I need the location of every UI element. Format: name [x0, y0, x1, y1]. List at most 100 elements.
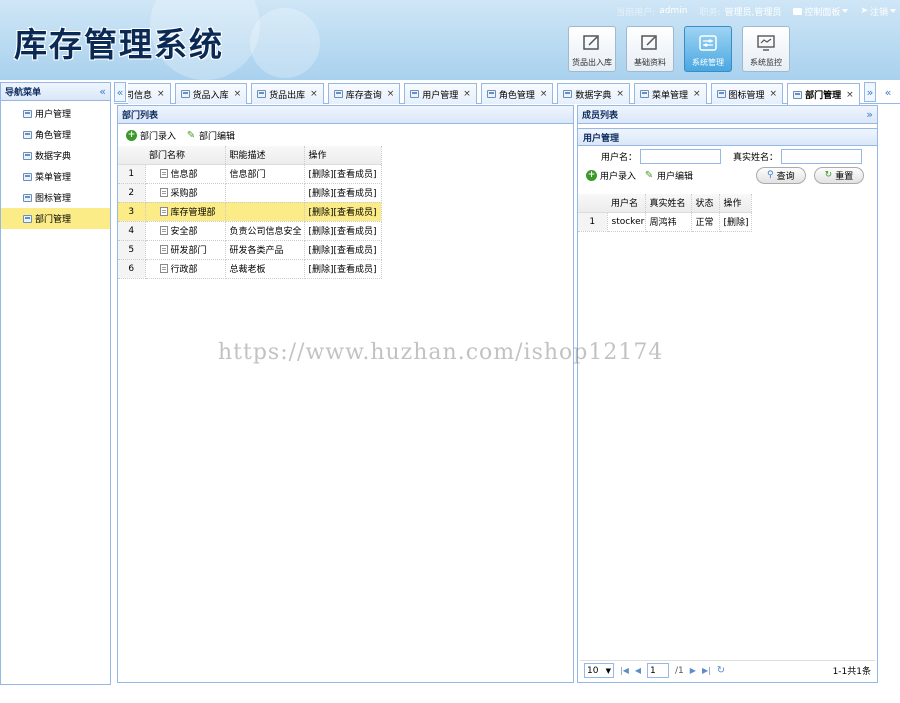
- sidebar-item-dictionary[interactable]: 数据字典: [1, 145, 110, 166]
- table-row[interactable]: 5 研发部门 研发各类产品 [删除][查看成员]: [118, 240, 382, 260]
- column-header[interactable]: 操作: [304, 146, 382, 165]
- module-basic-data[interactable]: 基础资料: [626, 26, 674, 72]
- row-actions[interactable]: [删除][查看成员]: [304, 183, 382, 203]
- sidebar-item-icons[interactable]: 图标管理: [1, 187, 110, 208]
- department-name: 采购部: [170, 189, 198, 199]
- collapse-right-icon[interactable]: «: [882, 82, 894, 102]
- close-icon[interactable]: ×: [463, 89, 471, 99]
- sidebar-item-departments[interactable]: 部门管理: [1, 208, 110, 229]
- tab-user-management[interactable]: 用户管理 ×: [404, 83, 477, 104]
- column-header[interactable]: 操作: [719, 194, 752, 213]
- tab-menu-management[interactable]: 菜单管理 ×: [633, 83, 707, 104]
- close-icon[interactable]: ×: [540, 89, 548, 99]
- department-panel-header: 部门列表: [118, 106, 573, 124]
- sidebar-item-users[interactable]: 用户管理: [1, 103, 110, 124]
- tab-department-management[interactable]: 部门管理 ×: [787, 83, 860, 105]
- collapse-left-icon[interactable]: «: [99, 85, 106, 98]
- column-header[interactable]: 部门名称: [145, 146, 226, 165]
- username-input[interactable]: [640, 148, 721, 164]
- department-desc: 负责公司信息安全: [225, 221, 305, 241]
- page-icon: [486, 90, 496, 98]
- column-header[interactable]: 真实姓名: [645, 194, 692, 213]
- module-stock-io[interactable]: 货品出入库: [568, 26, 616, 72]
- refresh-icon[interactable]: ↻: [717, 665, 725, 676]
- close-icon[interactable]: ×: [770, 89, 778, 99]
- close-icon[interactable]: ×: [234, 89, 242, 99]
- module-label: 基础资料: [634, 58, 666, 67]
- logout-label: 注销: [869, 7, 888, 18]
- column-header[interactable]: 用户名: [607, 194, 646, 213]
- close-icon[interactable]: ×: [846, 90, 854, 100]
- add-user-button[interactable]: + 用户录入: [586, 169, 636, 182]
- prev-page-icon[interactable]: ◀: [635, 666, 641, 675]
- sidebar-title: 导航菜单: [5, 88, 42, 98]
- department-desc: 总裁老板: [225, 259, 305, 279]
- document-icon: [159, 188, 168, 197]
- page-number-input[interactable]: 1: [647, 663, 670, 678]
- current-user-label: 当前用户:: [616, 7, 656, 18]
- row-number: 5: [118, 240, 146, 260]
- row-actions[interactable]: [删除][查看成员]: [304, 164, 382, 184]
- sidebar-item-roles[interactable]: 角色管理: [1, 124, 110, 145]
- row-actions[interactable]: [删除]: [719, 212, 752, 232]
- sidebar-item-menus[interactable]: 菜单管理: [1, 166, 110, 187]
- close-icon[interactable]: ×: [616, 89, 624, 99]
- tab-dictionary[interactable]: 数据字典 ×: [557, 83, 630, 104]
- table-row-selected[interactable]: 3 库存管理部 [删除][查看成员]: [118, 202, 382, 222]
- tab-scroll-right-icon[interactable]: »: [864, 82, 876, 102]
- close-icon[interactable]: ×: [157, 89, 165, 99]
- table-row[interactable]: 2 采购部 [删除][查看成员]: [118, 183, 382, 203]
- realname-input[interactable]: [781, 148, 862, 164]
- app-header: 库存管理系统 当前用户: admin 职务: 管理员,管理员 控制面板 ➤ 注销…: [0, 0, 900, 80]
- close-icon[interactable]: ×: [387, 89, 395, 99]
- column-header[interactable]: 状态: [691, 194, 720, 213]
- tab-stock-in[interactable]: 货品入库 ×: [174, 83, 248, 104]
- tab-label: 角色管理: [498, 90, 535, 101]
- tab-label: 货品出库: [269, 90, 306, 101]
- row-actions[interactable]: [删除][查看成员]: [304, 221, 382, 241]
- edit-user-button[interactable]: ✎ 用户编辑: [644, 169, 693, 182]
- tab-role-management[interactable]: 角色管理 ×: [480, 83, 554, 104]
- page-icon: [23, 214, 32, 223]
- department-name-cell: 行政部: [145, 259, 226, 279]
- close-icon[interactable]: ×: [310, 89, 318, 99]
- current-user: admin: [659, 6, 688, 16]
- edit-department-button[interactable]: ✎ 部门编辑: [186, 129, 235, 142]
- tab-label: 公司信息: [128, 90, 153, 101]
- control-panel-button[interactable]: 控制面板: [793, 5, 849, 18]
- tab-icon-management[interactable]: 图标管理 ×: [710, 83, 784, 104]
- department-panel: 部门列表 + 部门录入 ✎ 部门编辑 部门名称 职能描述 操作 1 信息部 信息部门…: [117, 105, 574, 683]
- row-actions[interactable]: [删除][查看成员]: [304, 240, 382, 260]
- member-panel-header: 成员列表 »: [578, 106, 877, 124]
- page-size-value: 10: [587, 665, 599, 676]
- row-actions[interactable]: [删除][查看成员]: [304, 259, 382, 279]
- sidebar: 导航菜单 « 用户管理 角色管理 数据字典 菜单管理 图标管理 部门管理: [0, 82, 111, 685]
- tab-scroll-left-icon[interactable]: «: [114, 82, 126, 102]
- module-system-monitor[interactable]: 系统监控: [742, 26, 790, 72]
- chevron-down-icon: [890, 9, 896, 13]
- column-header[interactable]: 职能描述: [225, 146, 305, 165]
- table-row[interactable]: 1 信息部 信息部门 [删除][查看成员]: [118, 164, 382, 184]
- collapse-right-icon[interactable]: »: [866, 108, 873, 121]
- row-actions[interactable]: [删除][查看成员]: [304, 202, 382, 222]
- add-department-button[interactable]: + 部门录入: [126, 129, 176, 142]
- table-row[interactable]: 1 stocker 周鸿祎 正常 [删除]: [578, 212, 752, 232]
- page-size-select[interactable]: 10 ▼: [584, 663, 614, 678]
- module-system-management[interactable]: 系统管理: [684, 26, 732, 72]
- page-icon: [716, 90, 726, 98]
- tab-stock-out[interactable]: 货品出库 ×: [251, 83, 324, 104]
- first-page-icon[interactable]: |◀: [620, 666, 629, 675]
- logout-button[interactable]: ➤ 注销: [860, 5, 896, 18]
- pencil-icon: ✎: [186, 129, 196, 141]
- table-row[interactable]: 6 行政部 总裁老板 [删除][查看成员]: [118, 259, 382, 279]
- table-row[interactable]: 4 安全部 负责公司信息安全 [删除][查看成员]: [118, 221, 382, 241]
- tab-stock-query[interactable]: 库存查询 ×: [327, 83, 401, 104]
- close-icon[interactable]: ×: [693, 89, 701, 99]
- tab-label: 数据字典: [575, 90, 612, 101]
- reset-button[interactable]: ↻ 重置: [813, 166, 865, 184]
- last-page-icon[interactable]: ▶|: [702, 666, 711, 675]
- table-header-row: 用户名 真实姓名 状态 操作: [578, 194, 752, 213]
- tab-company-info[interactable]: 公司信息 ×: [128, 83, 171, 104]
- next-page-icon[interactable]: ▶: [690, 666, 696, 675]
- query-button[interactable]: ⚲ 查询: [756, 166, 806, 184]
